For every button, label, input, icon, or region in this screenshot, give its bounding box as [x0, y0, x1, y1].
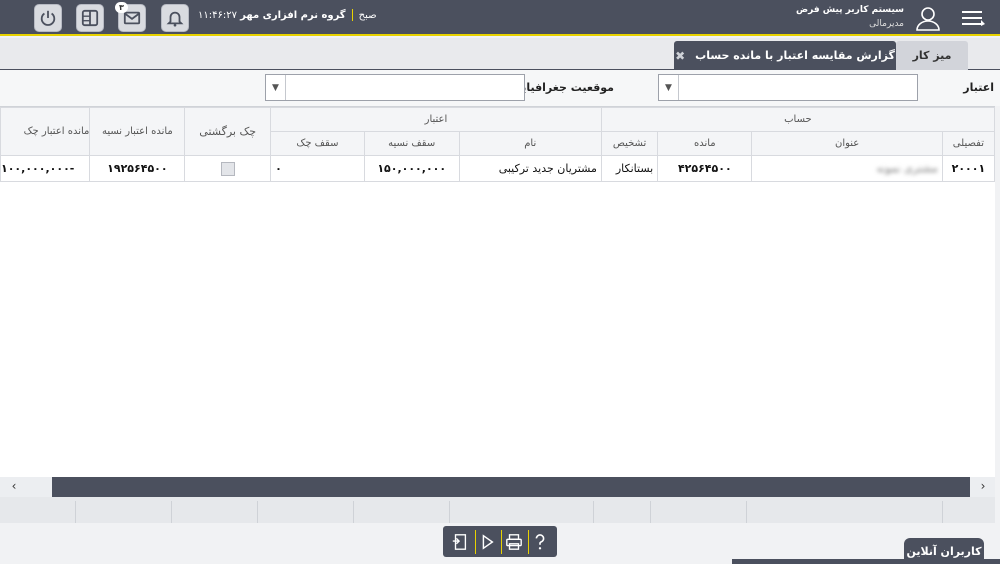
export-button[interactable] — [448, 530, 472, 554]
cell-balance: ۴۲۵۶۴۵۰۰ — [657, 155, 753, 182]
cell-detail: ۲۰۰۰۱ — [941, 155, 995, 182]
dashboard-icon — [81, 9, 99, 27]
cell-credit-limit: ۱۵۰,۰۰۰,۰۰۰ — [363, 155, 460, 182]
system-user-name: سیستم کاربر پیش فرض — [796, 5, 904, 15]
summary-divider — [942, 501, 943, 523]
clock-and-company: ۱۱:۴۶:۲۷ صبحگروه نرم افزاری مهر — [198, 9, 377, 21]
scroll-left-icon[interactable]: ‹ — [6, 479, 22, 493]
cell-check-limit: ۰ — [270, 155, 365, 182]
col-check-limit[interactable]: سقف چک — [270, 131, 365, 156]
account-group-header: حساب — [600, 107, 995, 132]
col-credit-balance[interactable]: مانده اعتبار نسیه — [89, 107, 186, 156]
horizontal-scrollbar[interactable]: ‹ › — [0, 477, 995, 497]
user-role: مدیرمالی — [869, 19, 904, 29]
report-grid: حساب اعتبار چک برگشتی مانده اعتبار نسیه … — [0, 106, 995, 477]
notifications-button[interactable] — [161, 4, 189, 32]
printer-icon — [505, 533, 522, 550]
user-icon[interactable] — [914, 4, 942, 32]
summary-divider — [353, 501, 354, 523]
summary-divider — [593, 501, 594, 523]
power-button[interactable] — [34, 4, 62, 32]
col-title[interactable]: عنوان — [751, 131, 943, 156]
summary-divider — [257, 501, 258, 523]
location-select[interactable]: ▼ — [265, 74, 525, 101]
tab-credit-report-label: گزارش مقایسه اعتبار با مانده حساب — [695, 49, 895, 62]
cell-returned-check — [184, 155, 272, 182]
summary-divider — [650, 501, 651, 523]
print-button[interactable] — [501, 529, 525, 554]
top-bar: ۳ ۱۱:۴۶:۲۷ صبحگروه نرم افزاری مهر سیستم … — [0, 0, 1000, 36]
tab-credit-report[interactable]: ✖ گزارش مقایسه اعتبار با مانده حساب — [674, 41, 896, 70]
chevron-down-icon[interactable]: ▼ — [659, 75, 679, 100]
credit-filter-label: اعتبار — [963, 81, 994, 94]
messages-button[interactable]: ۳ — [115, 2, 146, 32]
run-button[interactable] — [474, 529, 499, 554]
bottom-toolbar — [443, 526, 557, 557]
help-button[interactable] — [527, 529, 552, 554]
bell-icon — [166, 11, 184, 27]
chevron-down-icon[interactable]: ▼ — [266, 75, 286, 100]
cell-diagnosis: بستانکار — [600, 155, 659, 182]
summary-divider — [75, 501, 76, 523]
question-icon — [535, 533, 545, 549]
credit-group-header: اعتبار — [270, 107, 602, 132]
dashboard-button[interactable] — [76, 4, 104, 32]
col-diagnosis[interactable]: تشخیص — [600, 131, 659, 156]
location-filter-label: موقعیت جغرافیایی — [511, 81, 614, 94]
group-header-row: حساب اعتبار چک برگشتی مانده اعتبار نسیه … — [0, 107, 995, 156]
close-icon[interactable]: ✖ — [675, 49, 685, 63]
cell-name: مشتریان جدید ترکیبی — [458, 155, 602, 182]
report-table: حساب اعتبار چک برگشتی مانده اعتبار نسیه … — [0, 107, 995, 182]
clock-separator — [351, 9, 353, 21]
summary-divider — [746, 501, 747, 523]
menu-icon[interactable] — [960, 6, 988, 30]
tab-strip: میز کار ✖ گزارش مقایسه اعتبار با مانده ح… — [0, 38, 1000, 70]
summary-divider — [449, 501, 450, 523]
col-balance[interactable]: مانده — [657, 131, 753, 156]
cell-title: مشتری نمونه — [751, 155, 943, 182]
export-icon — [453, 533, 467, 550]
summary-row — [0, 497, 995, 523]
tab-workdesk-label: میز کار — [912, 49, 952, 62]
col-returned-check[interactable]: چک برگشتی — [184, 107, 272, 156]
returned-check-checkbox[interactable] — [220, 161, 235, 176]
message-count-badge: ۳ — [115, 2, 128, 13]
cell-check-credit-balance: -۱۰۰,۰۰۰,۰۰۰ — [0, 155, 91, 182]
blurred-title: مشتری نمونه — [876, 162, 938, 175]
cell-credit-balance: ۱۹۲۵۶۴۵۰۰ — [89, 155, 186, 182]
scroll-right-icon[interactable]: › — [975, 479, 991, 493]
tab-workdesk[interactable]: میز کار — [896, 41, 968, 70]
col-name[interactable]: نام — [458, 131, 602, 156]
col-check-credit-balance[interactable]: مانده اعتبار چک — [0, 107, 91, 156]
online-users-bar — [732, 559, 1000, 564]
play-icon — [482, 533, 494, 550]
filter-row: اعتبار ▼ موقعیت جغرافیایی ▼ — [0, 70, 1000, 106]
power-icon — [40, 10, 56, 26]
summary-divider — [171, 501, 172, 523]
scrollbar-thumb[interactable] — [52, 477, 970, 497]
table-row[interactable]: ۲۰۰۰۱ مشتری نمونه ۴۲۵۶۴۵۰۰ بستانکار مشتر… — [0, 155, 995, 182]
user-info: سیستم کاربر پیش فرض مدیرمالی — [796, 3, 904, 31]
col-detail[interactable]: تفصیلی — [941, 131, 995, 156]
col-credit-limit[interactable]: سقف نسیه — [363, 131, 460, 156]
credit-select[interactable]: ▼ — [658, 74, 918, 101]
company-name: گروه نرم افزاری مهر — [240, 10, 346, 21]
